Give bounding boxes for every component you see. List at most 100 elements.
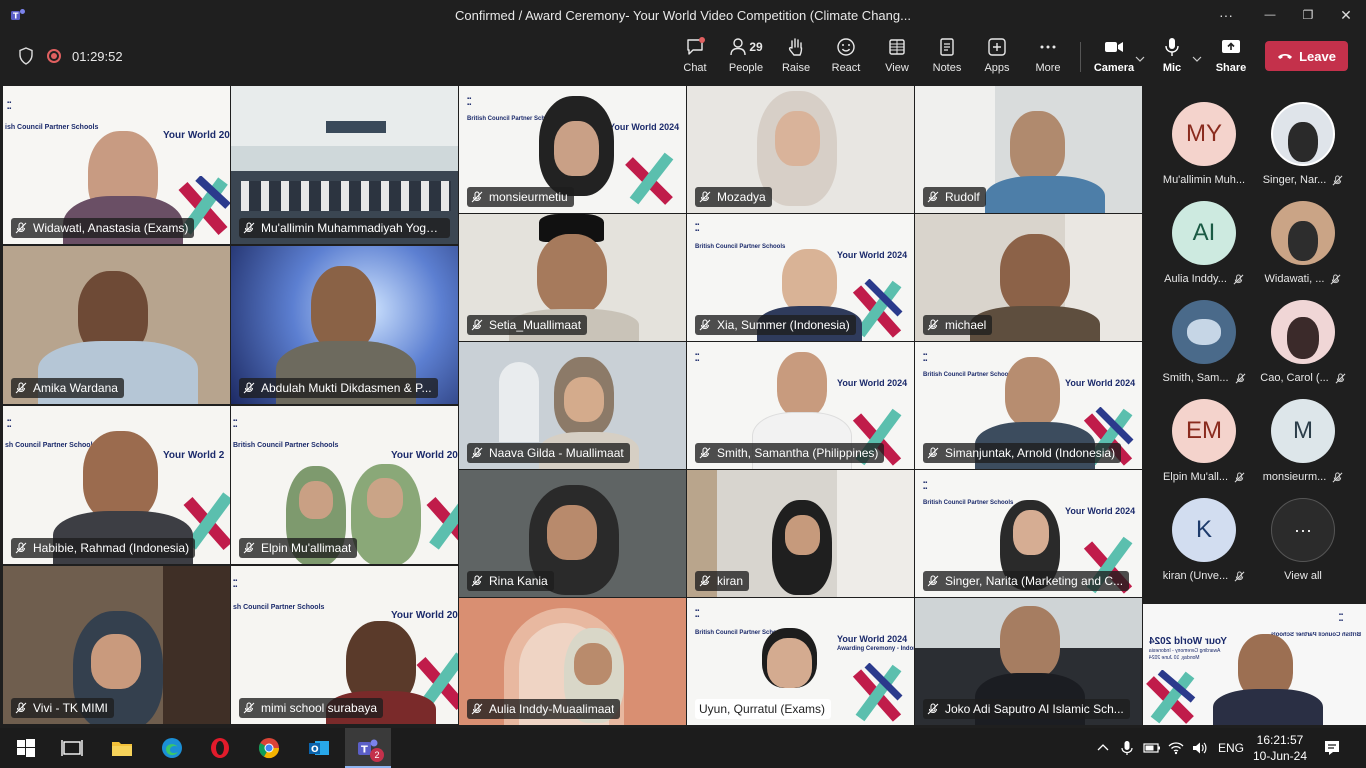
avatar [1172,300,1236,364]
self-view-video[interactable]: ▪▪ ▪▪ British Council Partner Schools You… [1143,604,1366,725]
windows-start-icon[interactable] [14,736,38,760]
camera-options-chevron-down-icon[interactable] [1135,54,1145,64]
mic-off-icon [1235,372,1245,383]
maximize-button[interactable]: ❐ [1288,0,1328,30]
video-tile[interactable]: Setia_Muallimaat [459,214,686,341]
video-tile[interactable]: ▪▪ ▪▪ British Council Partner Schools You… [231,406,458,564]
microphone-icon[interactable] [1120,740,1134,756]
participant-name-label: mimi school surabaya [239,698,384,718]
mic-button[interactable]: Mic [1147,36,1197,78]
video-tile[interactable]: ▪▪ ▪▪ British Council Partner Schools You… [687,598,914,725]
raise-hand-button[interactable]: Raise [771,36,821,78]
participant-name-label: Joko Adi Saputro Al Islamic Sch... [923,699,1130,719]
participant-name-label: Aulia Inddy-Muaalimaat [467,699,621,719]
mic-off-icon [15,382,27,394]
roster-participant[interactable]: AI Aulia Inddy... [1154,201,1254,285]
chrome-browser-icon[interactable] [257,736,281,760]
mic-off-icon [927,191,939,203]
mic-off-icon [471,319,483,331]
more-button[interactable]: More [1023,36,1073,78]
leave-button[interactable]: Leave [1265,41,1348,71]
title-bar: T Confirmed / Award Ceremony- Your World… [0,0,1366,30]
mic-off-icon [699,319,711,331]
roster-participant[interactable]: Smith, Sam... [1154,300,1254,384]
input-language[interactable]: ENG [1218,741,1244,755]
battery-icon[interactable] [1143,741,1161,755]
opera-browser-icon[interactable] [208,736,232,760]
roster-participant[interactable]: Singer, Nar... [1253,102,1353,186]
roster-participant[interactable]: K kiran (Unve... [1154,498,1254,582]
video-tile[interactable]: Amika Wardana [3,246,230,404]
mic-off-icon [927,575,939,587]
roster-participant[interactable]: Widawati, ... [1253,201,1353,285]
video-tile[interactable]: ▪▪ ▪▪ British Council Partner Schools You… [687,214,914,341]
phone-hangup-icon [1278,54,1293,59]
mic-off-icon [699,191,711,203]
video-tile[interactable]: kiran [687,470,914,597]
react-button[interactable]: React [821,36,871,78]
chevron-up-icon[interactable] [1097,742,1109,754]
participant-name-label: Smith, Samantha (Philippines) [695,443,885,463]
view-all-button[interactable]: ··· View all [1253,498,1353,582]
participant-name-label: Elpin Mu'allimaat [239,538,358,558]
svg-text:T: T [361,745,368,756]
video-tile[interactable]: ▪▪ ▪▪ British Council Partner Schools You… [915,470,1142,597]
avatar: EM [1172,399,1236,463]
video-tile[interactable]: Naava Gilda - Muallimaat [459,342,686,469]
mic-off-icon [471,575,483,587]
roster-participant[interactable]: EM Elpin Mu'all... [1154,399,1254,483]
participant-name-label: Vivi - TK MIMI [11,698,114,718]
edge-browser-icon[interactable] [160,736,184,760]
share-button[interactable]: Share [1206,36,1256,78]
mic-off-icon [243,222,255,234]
meeting-timer: 01:29:52 [72,49,123,64]
roster-participant[interactable]: MY Mu'allimin Muh... [1154,102,1254,186]
view-button[interactable]: View [872,36,922,78]
camera-button[interactable]: Camera [1089,36,1139,78]
video-tile[interactable]: Rudolf [915,86,1142,213]
avatar: MY [1172,102,1236,166]
window-more-button[interactable]: ··· [1206,0,1246,30]
video-tile[interactable]: michael [915,214,1142,341]
close-button[interactable]: ✕ [1326,0,1366,30]
video-tile[interactable]: ▪▪ ▪▪ British Council Partner Schools You… [459,86,686,213]
video-tile[interactable]: Mozadya [687,86,914,213]
shield-icon[interactable] [18,47,34,65]
video-tile[interactable]: Vivi - TK MIMI [3,566,230,724]
system-clock[interactable]: 16:21:57 10-Jun-24 [1248,732,1312,764]
task-view-icon[interactable] [60,736,84,760]
mic-off-icon [243,702,255,714]
mic-options-chevron-down-icon[interactable] [1192,54,1202,64]
video-tile[interactable]: Rina Kania [459,470,686,597]
video-tile[interactable]: Abdulah Mukti Dikdasmen & P... [231,246,458,404]
participant-name-label: michael [923,315,993,335]
volume-icon[interactable] [1191,740,1207,756]
video-tile[interactable]: ▪▪ ▪▪ sh Council Partner Schools Your Wor… [3,406,230,564]
mic-off-icon [927,447,939,459]
participant-name-label: Singer, Narita (Marketing and C... [923,571,1130,591]
roster-participant[interactable]: Cao, Carol (... [1253,300,1353,384]
people-button[interactable]: 29 People [720,36,772,78]
teams-taskbar-button[interactable]: T 2 [345,728,391,768]
wifi-icon[interactable] [1168,740,1184,756]
notification-center-icon[interactable] [1323,739,1341,757]
chat-button[interactable]: Chat [670,36,720,78]
video-tile[interactable]: ▪▪ ▪▪ ish Council Partner Schools Your Wo… [3,86,230,244]
outlook-icon[interactable]: O [307,736,331,760]
microphone-icon [1161,36,1183,58]
video-tile[interactable]: ▪▪ ▪▪ Your World 2024 Smith, Samantha (Ph… [687,342,914,469]
apps-button[interactable]: Apps [972,36,1022,78]
participant-name-label: Rudolf [923,187,986,207]
video-tile[interactable]: Joko Adi Saputro Al Islamic Sch... [915,598,1142,725]
notes-button[interactable]: Notes [922,36,972,78]
video-tile[interactable]: Mu'allimin Muhammadiyah Yogya... [231,86,458,244]
participant-name-label: Habibie, Rahmad (Indonesia) [11,538,196,558]
video-tile[interactable]: Aulia Inddy-Muaalimaat [459,598,686,725]
meeting-toolbar: 01:29:52 Chat 29 People Raise React View [0,30,1366,82]
file-explorer-icon[interactable] [110,736,134,760]
video-tile[interactable]: ▪▪ ▪▪ British Council Partner Schools You… [915,342,1142,469]
video-tile[interactable]: ▪▪ ▪▪ sh Council Partner Schools Your Wor… [231,566,458,724]
roster-participant[interactable]: M monsieurm... [1253,399,1353,483]
minimize-button[interactable]: — [1250,0,1290,30]
smiley-icon [835,36,857,58]
